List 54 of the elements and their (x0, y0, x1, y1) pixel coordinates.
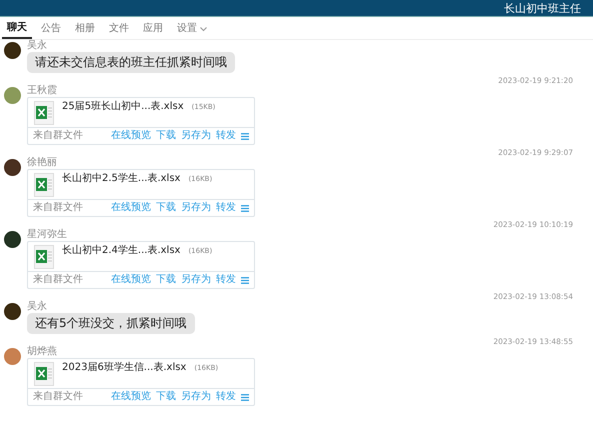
sender-name: 徐艳丽 (27, 157, 58, 168)
spreadsheet-file-icon (34, 245, 54, 269)
file-action-link[interactable]: 另存为 (181, 391, 211, 403)
avatar (4, 303, 21, 320)
file-action-link[interactable]: 另存为 (181, 202, 211, 214)
file-action-link[interactable]: 在线预览 (111, 274, 151, 286)
tab[interactable]: 文件 (104, 20, 134, 39)
menu-icon[interactable] (241, 132, 249, 140)
tab[interactable]: 聊天 (2, 20, 32, 39)
window-title: 长山初中班主任 (504, 0, 581, 16)
sender-name: 吴永 (27, 301, 48, 312)
menu-icon[interactable] (241, 204, 249, 212)
tab[interactable]: 应用 (138, 20, 168, 39)
file-action-link[interactable]: 另存为 (181, 274, 211, 286)
file-action-link[interactable]: 转发 (216, 274, 236, 286)
file-action-link[interactable]: 转发 (216, 202, 236, 214)
spreadsheet-file-icon (34, 362, 54, 386)
tab[interactable]: 相册 (70, 20, 100, 39)
file-action-link[interactable]: 下载 (156, 202, 176, 214)
avatar (4, 87, 21, 104)
file-source: 来自群文件 (33, 391, 83, 403)
file-action-link[interactable]: 下载 (156, 274, 176, 286)
file-action-link[interactable]: 下载 (156, 130, 176, 142)
sender-name: 吴永 (27, 40, 48, 51)
file-source: 来自群文件 (33, 274, 83, 286)
tab[interactable]: 公告 (36, 20, 66, 39)
caret-icon (200, 26, 207, 32)
tab[interactable]: 设置 (172, 20, 212, 39)
file-name[interactable]: 长山初中2.5学生...表.xlsx (62, 173, 180, 185)
file-action-link[interactable]: 在线预览 (111, 391, 151, 403)
file-name[interactable]: 2023届6班学生信...表.xlsx (62, 362, 186, 374)
avatar (4, 159, 21, 176)
file-action-link[interactable]: 转发 (216, 130, 236, 142)
file-source: 来自群文件 (33, 130, 83, 142)
file-action-link[interactable]: 转发 (216, 391, 236, 403)
spreadsheet-file-icon (34, 101, 54, 125)
file-source: 来自群文件 (33, 202, 83, 214)
file-action-link[interactable]: 下载 (156, 391, 176, 403)
message-bubble: 请还未交信息表的班主任抓紧时间哦 (27, 52, 235, 73)
spreadsheet-file-icon (34, 173, 54, 197)
sender-name: 星河弥生 (27, 229, 68, 240)
avatar (4, 231, 21, 248)
avatar (4, 348, 21, 365)
message-bubble: 还有5个班没交，抓紧时间哦 (27, 313, 195, 334)
file-name[interactable]: 长山初中2.4学生...表.xlsx (62, 245, 180, 257)
menu-icon[interactable] (241, 394, 249, 400)
file-action-link[interactable]: 在线预览 (111, 130, 151, 142)
sender-name: 王秋霞 (27, 85, 58, 96)
file-action-link[interactable]: 另存为 (181, 130, 211, 142)
file-name[interactable]: 25届5班长山初中...表.xlsx (62, 101, 184, 113)
file-action-link[interactable]: 在线预览 (111, 202, 151, 214)
menu-icon[interactable] (241, 276, 249, 284)
sender-name: 胡烨燕 (27, 346, 58, 357)
avatar (4, 42, 21, 59)
